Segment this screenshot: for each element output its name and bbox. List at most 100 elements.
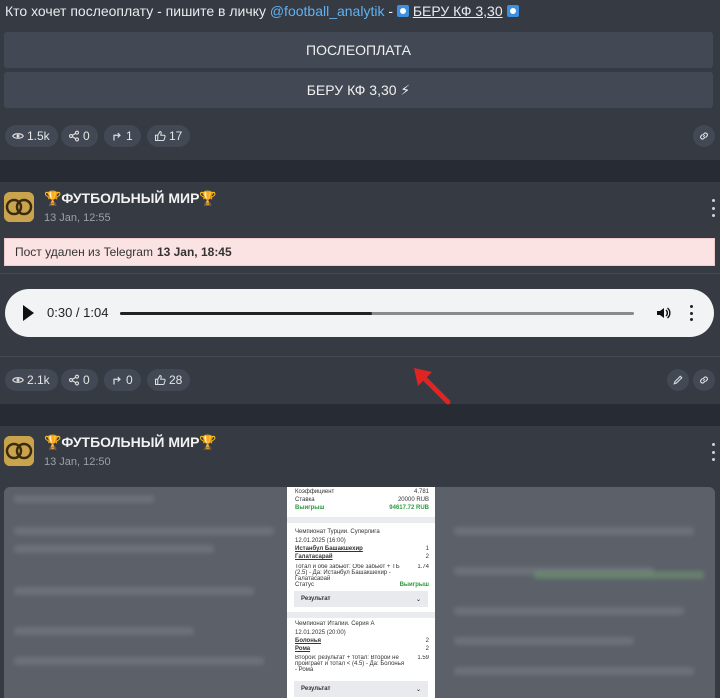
link-icon [700,376,708,384]
post-1: Кто хочет послеоплату - пишите в личку @… [0,0,720,160]
deleted-notice: Пост удален из Telegram 13 Jan, 18:45 [4,238,715,266]
forwards-count: 0 [126,373,133,387]
ticket-match1-team1: Истанбул Башакшехир [295,546,363,552]
ticket-match2-team2: Рома [295,646,311,652]
audio-player: 0:30 / 1:04 [5,289,714,337]
ticket-match1-league: Чемпионат Турции. Суперлига [295,529,380,535]
shares-count: 0 [83,129,90,143]
postpay-button[interactable]: ПОСЛЕОПЛАТА [4,32,713,68]
views-counter: 2.1k [5,369,58,391]
eye-icon [12,133,24,139]
ticket-match2-bet: Второй: результат + тотал: Второй не про… [295,655,405,671]
ticket-match2-date: 12.01.2025 (20:00) [295,630,346,636]
share-icon [68,374,80,386]
ticket-status-value: Выигрыш [399,582,429,588]
likes-count: 28 [169,373,183,387]
forwards-button[interactable]: 1 [104,125,141,147]
shares-count: 0 [83,373,90,387]
link-icon [700,132,708,140]
views-count: 2.1k [27,373,50,387]
divider [0,356,720,357]
play-icon[interactable] [23,305,34,321]
copy-link-button[interactable] [693,125,715,147]
ticket-row: Тотал и обе забьют: Обе забьют + ТБ (2.5… [295,564,429,580]
thumbs-up-icon [154,374,166,386]
channel-name[interactable]: 🏆ФУТБОЛЬНЫЙ МИР🏆 [44,434,217,451]
ticket-match1-bet: Тотал и обе забьют: Обе забьют + ТБ (2.5… [295,564,400,580]
post-date[interactable]: 13 Jan, 12:55 [44,212,111,224]
audio-progress [120,312,372,315]
ticket-stake-value: 20000 RUB [397,497,429,503]
channel-logo-icon [4,436,34,466]
copy-link-button[interactable] [693,369,715,391]
post-1-text-sep: - [384,3,397,19]
ticket-separator [287,612,435,618]
channel-logo-icon [4,192,34,222]
bet-button[interactable]: БЕРУ КФ 3,30 ⚡ [4,72,713,108]
ticket-row: Выигрыш 94617.72 RUB [295,505,429,511]
ticket-coef-value: 4.781 [413,489,429,495]
likes-button[interactable]: 28 [147,369,191,391]
ticket-match2-score1: 2 [425,638,429,644]
views-counter: 1.5k [5,125,58,147]
author-link[interactable]: @football_analytik [270,3,385,19]
forwards-button[interactable]: 0 [104,369,141,391]
post-date[interactable]: 13 Jan, 12:50 [44,456,111,468]
ticket-row: Коэффициент 4.781 [295,489,429,495]
ticket-coef-label: Коэффициент [295,489,335,495]
ticket-match1-odds: 1.74 [417,564,429,570]
bet-link[interactable]: БЕРУ КФ 3,30 [413,3,503,19]
post-1-text-body: Кто хочет послеоплату - пишите в личку [5,3,270,19]
ticket-row: 12.01.2025 (16:00) [295,538,429,544]
likes-count: 17 [169,129,183,143]
blue-circle-icon [396,5,409,17]
result-dropdown[interactable]: Результат ⌄ [294,681,428,697]
audio-options-button[interactable] [688,305,694,321]
ticket-row: Чемпионат Турции. Суперлига [295,529,429,535]
ticket-row: Ставка 20000 RUB [295,497,429,503]
post-menu-button[interactable] [710,199,716,217]
ticket-match1-team2: Галатасарай [295,554,333,560]
divider [0,273,720,274]
chevron-down-icon: ⌄ [415,596,421,603]
ticket-match1-score1: 1 [425,546,429,552]
ticket-row: Чемпионат Италии. Серия А [295,621,429,627]
shares-button[interactable]: 0 [61,125,98,147]
edit-button[interactable] [667,369,689,391]
ticket-stake-label: Ставка [295,497,315,503]
likes-button[interactable]: 17 [147,125,191,147]
ticket-match2-odds: 1.59 [417,655,429,661]
ticket-separator [287,517,435,523]
forward-icon [113,132,121,141]
channel-name[interactable]: 🏆ФУТБОЛЬНЫЙ МИР🏆 [44,190,217,207]
post-photo[interactable]: Коэффициент 4.781 Ставка 20000 RUB Выигрыш… [4,487,715,698]
ticket-row: Статус Выигрыш [295,582,429,588]
ticket-row: Истанбул Башакшехир 1 [295,546,429,552]
forward-icon [113,376,121,385]
forwards-count: 1 [126,129,133,143]
ticket-match2-score2: 2 [425,646,429,652]
audio-seek-bar[interactable] [120,312,634,315]
ticket-row: Галатасарай 2 [295,554,429,560]
deleted-notice-date: 13 Jan, 18:45 [156,245,232,259]
post-menu-button[interactable] [710,443,716,461]
eye-icon [12,377,24,383]
channel-avatar[interactable] [4,436,34,466]
bet-ticket: Коэффициент 4.781 Ставка 20000 RUB Выигрыш… [287,487,435,698]
ticket-won-label: Выигрыш [295,505,325,511]
ticket-match2-team1: Болонья [295,638,322,644]
pencil-icon [673,375,683,385]
ticket-match1-date: 12.01.2025 (16:00) [295,538,346,544]
ticket-row: Рома 2 [295,646,429,652]
views-count: 1.5k [27,129,50,143]
thumbs-up-icon [154,130,166,142]
ticket-row: 12.01.2025 (20:00) [295,630,429,636]
ticket-row: Болонья 2 [295,638,429,644]
channel-avatar[interactable] [4,192,34,222]
ticket-row: Второй: результат + тотал: Второй не про… [295,655,429,671]
result-dropdown[interactable]: Результат ⌄ [294,591,428,607]
blue-circle-icon [506,5,519,17]
ticket-match1-score2: 2 [425,554,429,560]
shares-button[interactable]: 0 [61,369,98,391]
volume-icon[interactable] [655,305,671,321]
